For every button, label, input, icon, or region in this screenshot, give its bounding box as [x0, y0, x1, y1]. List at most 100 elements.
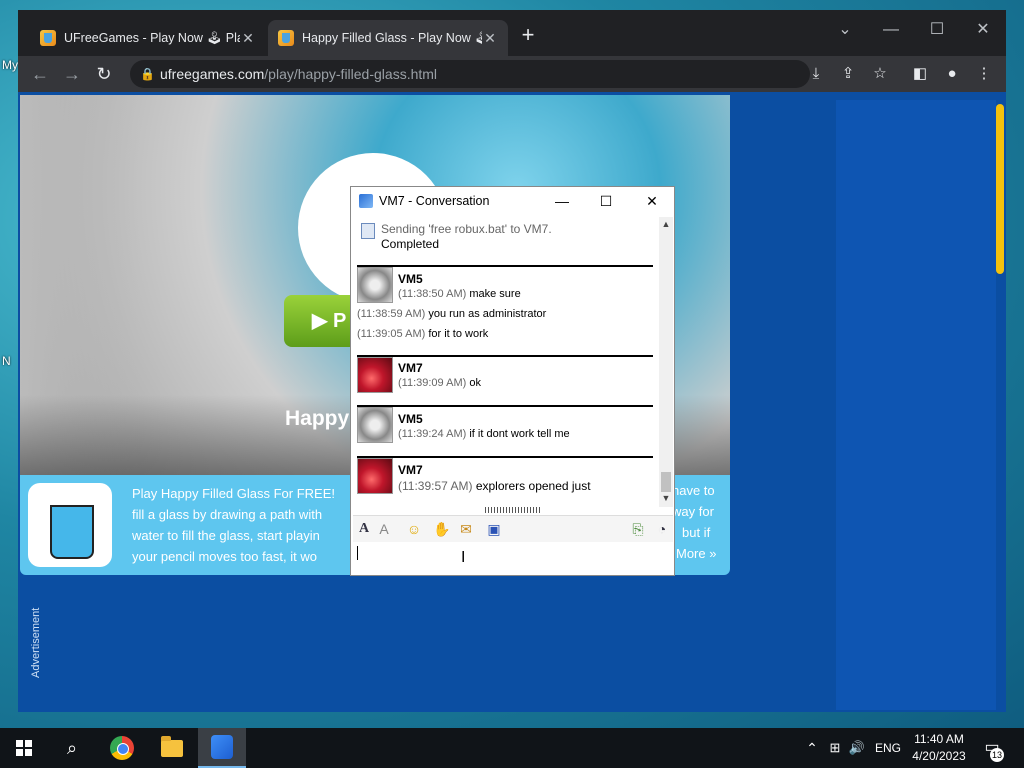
conversation-history: Sending 'free robux.bat' to VM7. Complet…	[353, 217, 659, 507]
avatar	[357, 357, 393, 393]
bookmark-star-icon[interactable]: ☆	[868, 62, 892, 86]
maximize-button[interactable]: ☐	[591, 189, 621, 213]
ibeam-cursor-icon: Ι	[461, 549, 466, 566]
message-sender: VM7	[398, 361, 423, 375]
advertisement-label: Advertisement	[30, 607, 42, 678]
conversation-titlebar[interactable]: VM7 - Conversation — ☐ ✕	[351, 187, 674, 215]
avatar	[357, 407, 393, 443]
tab-happy-filled-glass[interactable]: Happy Filled Glass - Play Now 🕹 ✕	[268, 20, 508, 56]
taskbar-messenger[interactable]	[198, 728, 246, 768]
conversation-window: VM7 - Conversation — ☐ ✕ Sending 'free r…	[350, 186, 675, 576]
send-file-icon[interactable]: ⎘	[629, 520, 647, 538]
minimize-button[interactable]: —	[868, 16, 914, 44]
message-separator	[357, 355, 653, 357]
clock-date: 4/20/2023	[912, 749, 966, 763]
forward-arrow-icon[interactable]: →	[60, 62, 84, 86]
scroll-thumb[interactable]	[661, 472, 671, 492]
chevron-up-icon[interactable]: ⌃	[802, 728, 822, 768]
new-tab-button[interactable]: +	[516, 24, 540, 48]
desc-right-text: have to	[672, 483, 715, 498]
desktop-icon-label[interactable]: N	[2, 354, 11, 368]
avatar	[357, 267, 393, 303]
more-link[interactable]: More »	[676, 546, 716, 561]
file-transfer-text: Sending 'free robux.bat' to VM7.	[381, 222, 552, 236]
splitter-grip[interactable]	[485, 507, 541, 513]
message-line: (11:39:57 AM) explorers opened just	[398, 479, 591, 493]
game-title: Happy	[285, 407, 350, 430]
profile-icon[interactable]: ●	[940, 62, 964, 86]
tab-title: UFreeGames - Play Now 🕹 Play	[64, 30, 240, 45]
history-icon[interactable]: ◔	[653, 520, 671, 538]
language-indicator[interactable]: ENG	[872, 728, 904, 768]
message-line: (11:39:05 AM) for it to work	[357, 328, 489, 340]
windows-logo-icon	[16, 740, 32, 756]
save-icon[interactable]: ▣	[485, 520, 503, 538]
ufreegames-favicon-icon	[278, 30, 294, 46]
download-icon[interactable]: ⤓	[804, 62, 828, 86]
search-icon[interactable]: ⌕	[48, 728, 96, 768]
message-input[interactable]: Ι	[353, 542, 673, 574]
close-icon[interactable]: ✕	[240, 30, 256, 47]
font-icon[interactable]: A	[355, 520, 373, 538]
message-line: (11:39:24 AM) if it dont work tell me	[398, 428, 570, 440]
messenger-icon	[211, 735, 233, 759]
url-host: ufreegames.com	[160, 66, 265, 82]
right-ad-panel	[836, 100, 996, 710]
browser-toolbar: ← → ↻ 🔒 ufreegames.com/play/happy-filled…	[18, 56, 1006, 92]
taskbar-chrome[interactable]	[98, 728, 146, 768]
file-transfer-status: Completed	[381, 237, 440, 251]
conversation-scrollbar[interactable]: ▲ ▼	[659, 217, 673, 507]
glass-icon	[50, 505, 94, 559]
desktop-icon-label[interactable]: My	[2, 58, 18, 72]
reload-icon[interactable]: ↻	[92, 62, 116, 86]
avatar	[357, 458, 393, 494]
ufreegames-favicon-icon	[40, 30, 56, 46]
scroll-up-icon[interactable]: ▲	[659, 219, 673, 233]
emoticon-icon[interactable]: ☺	[405, 520, 423, 538]
desc-right-text: but if	[682, 525, 711, 540]
maximize-button[interactable]: ☐	[914, 16, 960, 44]
scroll-down-icon[interactable]: ▼	[659, 493, 673, 507]
network-icon[interactable]: ⊞	[824, 728, 846, 768]
message-separator	[357, 265, 653, 267]
conversation-toolbar: A A ☺ ✋ ✉ ▣ ⎘ ◔	[353, 515, 673, 542]
side-panel-icon[interactable]: ◧	[908, 62, 932, 86]
lock-icon[interactable]: 🔒	[140, 60, 155, 88]
messenger-icon	[359, 194, 373, 208]
message-line: (11:38:50 AM) make sure	[398, 288, 521, 300]
folder-icon	[161, 735, 183, 757]
nudge-icon[interactable]: ✋	[433, 520, 451, 538]
message-sender: VM5	[398, 412, 423, 426]
font-style-icon[interactable]: A	[375, 520, 393, 538]
file-icon	[361, 223, 375, 239]
desc-right-text: way for	[672, 504, 714, 519]
tab-title: Happy Filled Glass - Play Now 🕹	[302, 30, 482, 45]
chevron-down-icon[interactable]: ⌄	[822, 16, 868, 44]
share-icon[interactable]: ⇪	[836, 62, 860, 86]
taskbar-file-explorer[interactable]	[148, 728, 196, 768]
menu-dots-icon[interactable]: ⋮	[972, 62, 996, 86]
notification-icon[interactable]: ▭ 13	[980, 736, 1004, 762]
tab-ufreegames[interactable]: UFreeGames - Play Now 🕹 Play ✕	[30, 20, 266, 56]
url-path: /play/happy-filled-glass.html	[264, 66, 438, 82]
conversation-title: VM7 - Conversation	[379, 194, 490, 208]
address-bar[interactable]: 🔒 ufreegames.com/play/happy-filled-glass…	[130, 60, 810, 88]
game-thumbnail	[28, 483, 112, 567]
minimize-button[interactable]: —	[547, 189, 577, 213]
tab-strip: UFreeGames - Play Now 🕹 Play ✕ Happy Fil…	[18, 10, 1006, 56]
taskbar: ⌕ ⌃ ⊞ 🔊 ENG 11:40 AM 4/20/2023 ▭ 13	[0, 728, 1024, 768]
volume-icon[interactable]: 🔊	[846, 728, 868, 768]
message-separator	[357, 456, 653, 458]
notification-count: 13	[990, 748, 1004, 762]
start-button[interactable]	[0, 728, 48, 768]
close-icon[interactable]: ✕	[482, 30, 498, 47]
page-scrollbar[interactable]	[996, 104, 1004, 274]
wink-icon[interactable]: ✉	[457, 520, 475, 538]
message-sender: VM7	[398, 463, 423, 477]
message-line: (11:39:09 AM) ok	[398, 377, 481, 389]
chrome-icon	[110, 736, 134, 760]
system-clock[interactable]: 11:40 AM 4/20/2023	[906, 731, 972, 765]
close-window-button[interactable]: ✕	[637, 189, 667, 213]
close-window-button[interactable]: ✕	[960, 16, 1006, 44]
back-arrow-icon[interactable]: ←	[28, 62, 52, 86]
